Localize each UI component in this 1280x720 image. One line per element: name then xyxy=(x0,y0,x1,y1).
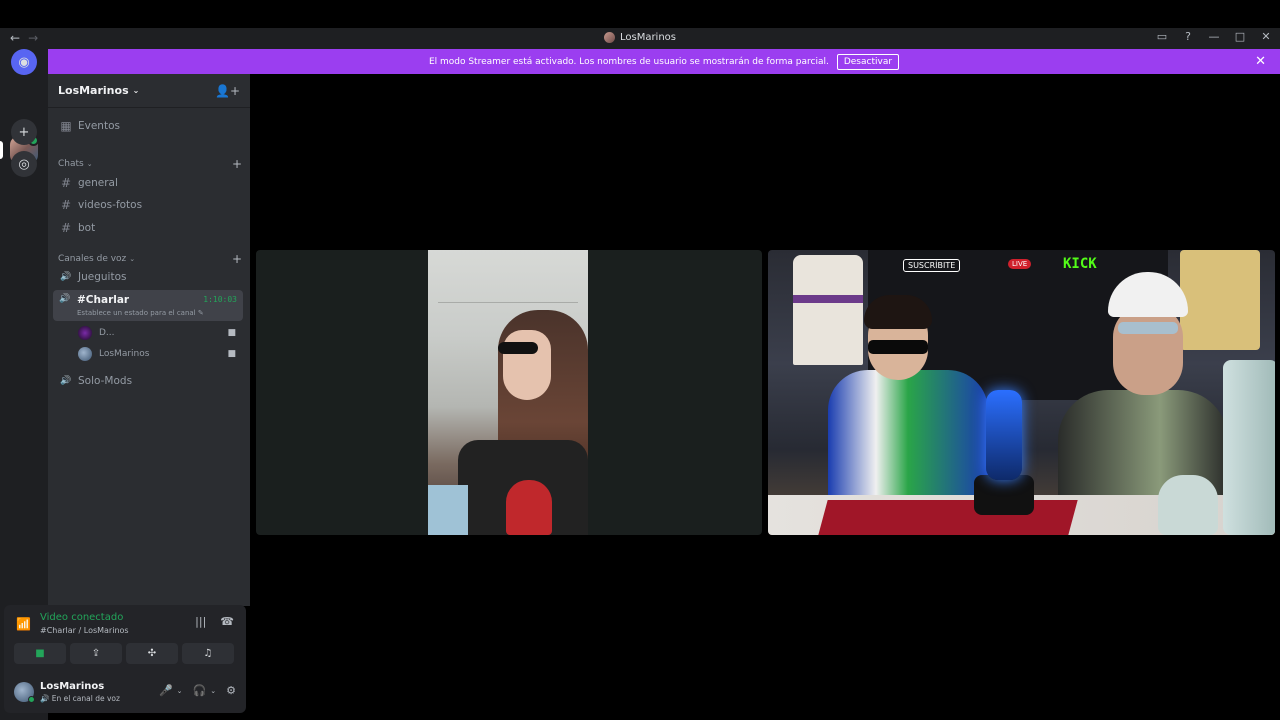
events-item[interactable]: ▦ Eventos xyxy=(54,116,244,136)
add-server-icon[interactable]: + xyxy=(11,119,37,145)
voice-user-name: D... xyxy=(99,328,115,338)
channel-label: #Charlar xyxy=(77,294,130,306)
user-name[interactable]: LosMarinos xyxy=(40,681,104,692)
events-label: Eventos xyxy=(78,120,120,132)
banner-close-icon[interactable]: ✕ xyxy=(1255,54,1266,69)
user-controls: 🎤 ⌄ 🎧 ⌄ ⚙ xyxy=(159,684,236,697)
selected-server-indicator xyxy=(0,141,3,159)
noise-suppression-icon[interactable]: ||| xyxy=(195,615,206,628)
video-tile-user-d[interactable] xyxy=(256,250,762,535)
chevron-down-icon: ⌄ xyxy=(129,255,136,263)
voice-channel-charlar[interactable]: 🔊 #Charlar 1:10:03 Establece un estado p… xyxy=(53,290,243,321)
discord-home-icon[interactable]: ◉ xyxy=(11,49,37,75)
category-label: Chats xyxy=(58,159,84,169)
microphone-icon[interactable]: 🎤 xyxy=(159,684,173,697)
soundboard-button[interactable]: ♫ xyxy=(182,643,234,664)
voice-user-panel: 📶 Video conectado #Charlar / LosMarinos … xyxy=(4,605,246,713)
window-title: LosMarinos xyxy=(0,32,1280,43)
minimize-button[interactable]: — xyxy=(1208,30,1220,43)
user-area: LosMarinos 🔊 En el canal de voz 🎤 ⌄ 🎧 ⌄ … xyxy=(14,679,240,707)
avatar xyxy=(78,326,92,340)
backdrop-live-badge: LIVE xyxy=(1008,259,1032,269)
help-icon[interactable]: ? xyxy=(1182,30,1194,43)
streamer-mode-banner: El modo Streamer está activado. Los nomb… xyxy=(48,49,1280,74)
close-window-button[interactable]: ✕ xyxy=(1260,30,1272,43)
channel-status-prompt[interactable]: Establece un estado para el canal ✎ xyxy=(77,309,204,317)
channel-general[interactable]: # general xyxy=(54,173,244,193)
channel-bot[interactable]: # bot xyxy=(54,218,244,238)
channel-label: Solo-Mods xyxy=(78,375,133,387)
chevron-down-icon: ⌄ xyxy=(132,86,140,95)
channel-label: general xyxy=(78,177,118,189)
discover-icon[interactable]: ◎ xyxy=(11,151,37,177)
speaker-icon: 🔊 xyxy=(60,272,72,282)
server-name: LosMarinos xyxy=(58,84,129,97)
voice-channel-jueguitos[interactable]: 🔊 Jueguitos xyxy=(54,267,244,287)
speaker-icon: 🔊 xyxy=(59,294,71,304)
channel-sidebar: LosMarinos ⌄ 👤+ ▦ Eventos Chats ⌄ + # ge… xyxy=(48,74,250,606)
invite-icon[interactable]: 👤+ xyxy=(215,84,240,98)
voice-action-buttons: ■ ⇪ ✣ ♫ xyxy=(14,643,234,664)
webcam-feed xyxy=(428,250,588,535)
category-label: Canales de voz xyxy=(58,254,127,264)
window-title-text: LosMarinos xyxy=(619,32,677,43)
video-stage: SUSCRÍBITE LIVE KICK xyxy=(250,74,1280,720)
headset-icon[interactable]: 🎧 xyxy=(193,684,207,697)
channel-label: Jueguitos xyxy=(78,271,127,283)
banner-message: El modo Streamer está activado. Los nomb… xyxy=(428,56,829,67)
camera-icon: ■ xyxy=(227,328,236,338)
category-chats[interactable]: Chats ⌄ + xyxy=(58,157,242,171)
voice-channel-solo-mods[interactable]: 🔊 Solo-Mods xyxy=(54,371,244,391)
video-tile-losmarinos[interactable]: SUSCRÍBITE LIVE KICK xyxy=(768,250,1275,535)
connection-status[interactable]: Video conectado xyxy=(40,612,123,623)
server-avatar-icon xyxy=(603,32,615,43)
channel-label: bot xyxy=(78,222,96,234)
activities-button[interactable]: ✣ xyxy=(126,643,178,664)
channel-videos-fotos[interactable]: # videos-fotos xyxy=(54,195,244,215)
chevron-down-icon[interactable]: ⌄ xyxy=(210,687,216,695)
screen-share-button[interactable]: ⇪ xyxy=(70,643,122,664)
speaker-locked-icon: 🔊 xyxy=(60,376,72,386)
backdrop-kick-logo: KICK xyxy=(1063,256,1097,272)
settings-gear-icon[interactable]: ⚙ xyxy=(226,684,236,697)
disable-streamer-button[interactable]: Desactivar xyxy=(836,53,900,70)
channel-label: videos-fotos xyxy=(78,199,143,211)
disconnect-icon[interactable]: ☎ xyxy=(220,615,234,628)
calendar-icon: ▦ xyxy=(60,119,72,133)
hash-icon: # xyxy=(60,176,72,190)
voice-controls: ||| ☎ xyxy=(195,615,234,628)
add-channel-icon[interactable]: + xyxy=(232,252,242,266)
voice-user-name: LosMarinos xyxy=(99,349,150,359)
voice-user-d[interactable]: D... ■ xyxy=(78,324,240,342)
hash-icon: # xyxy=(60,221,72,235)
call-timer: 1:10:03 xyxy=(203,295,237,304)
jersey-left xyxy=(793,255,863,365)
chevron-down-icon: ⌄ xyxy=(86,160,93,168)
title-bar: ← → LosMarinos ▭ ? — □ ✕ xyxy=(0,28,1280,49)
microphone-prop xyxy=(986,390,1022,480)
backdrop-subscribe-text: SUSCRÍBITE xyxy=(903,259,961,272)
avatar xyxy=(78,347,92,361)
connection-location[interactable]: #Charlar / LosMarinos xyxy=(40,626,129,635)
user-subtitle: 🔊 En el canal de voz xyxy=(40,694,120,703)
online-status-icon xyxy=(28,696,35,703)
hash-icon: # xyxy=(60,198,72,212)
maximize-button[interactable]: □ xyxy=(1234,30,1246,43)
category-voice[interactable]: Canales de voz ⌄ + xyxy=(58,252,242,266)
camera-button[interactable]: ■ xyxy=(14,643,66,664)
camera-icon: ■ xyxy=(227,349,236,359)
chevron-down-icon[interactable]: ⌄ xyxy=(177,687,183,695)
voice-user-losmarinos[interactable]: LosMarinos ■ xyxy=(78,345,240,363)
jersey-right xyxy=(1180,250,1260,350)
inbox-icon[interactable]: ▭ xyxy=(1156,30,1168,43)
signal-icon[interactable]: 📶 xyxy=(16,617,31,631)
add-channel-icon[interactable]: + xyxy=(232,157,242,171)
window-controls: ▭ ? — □ ✕ xyxy=(1156,30,1272,43)
